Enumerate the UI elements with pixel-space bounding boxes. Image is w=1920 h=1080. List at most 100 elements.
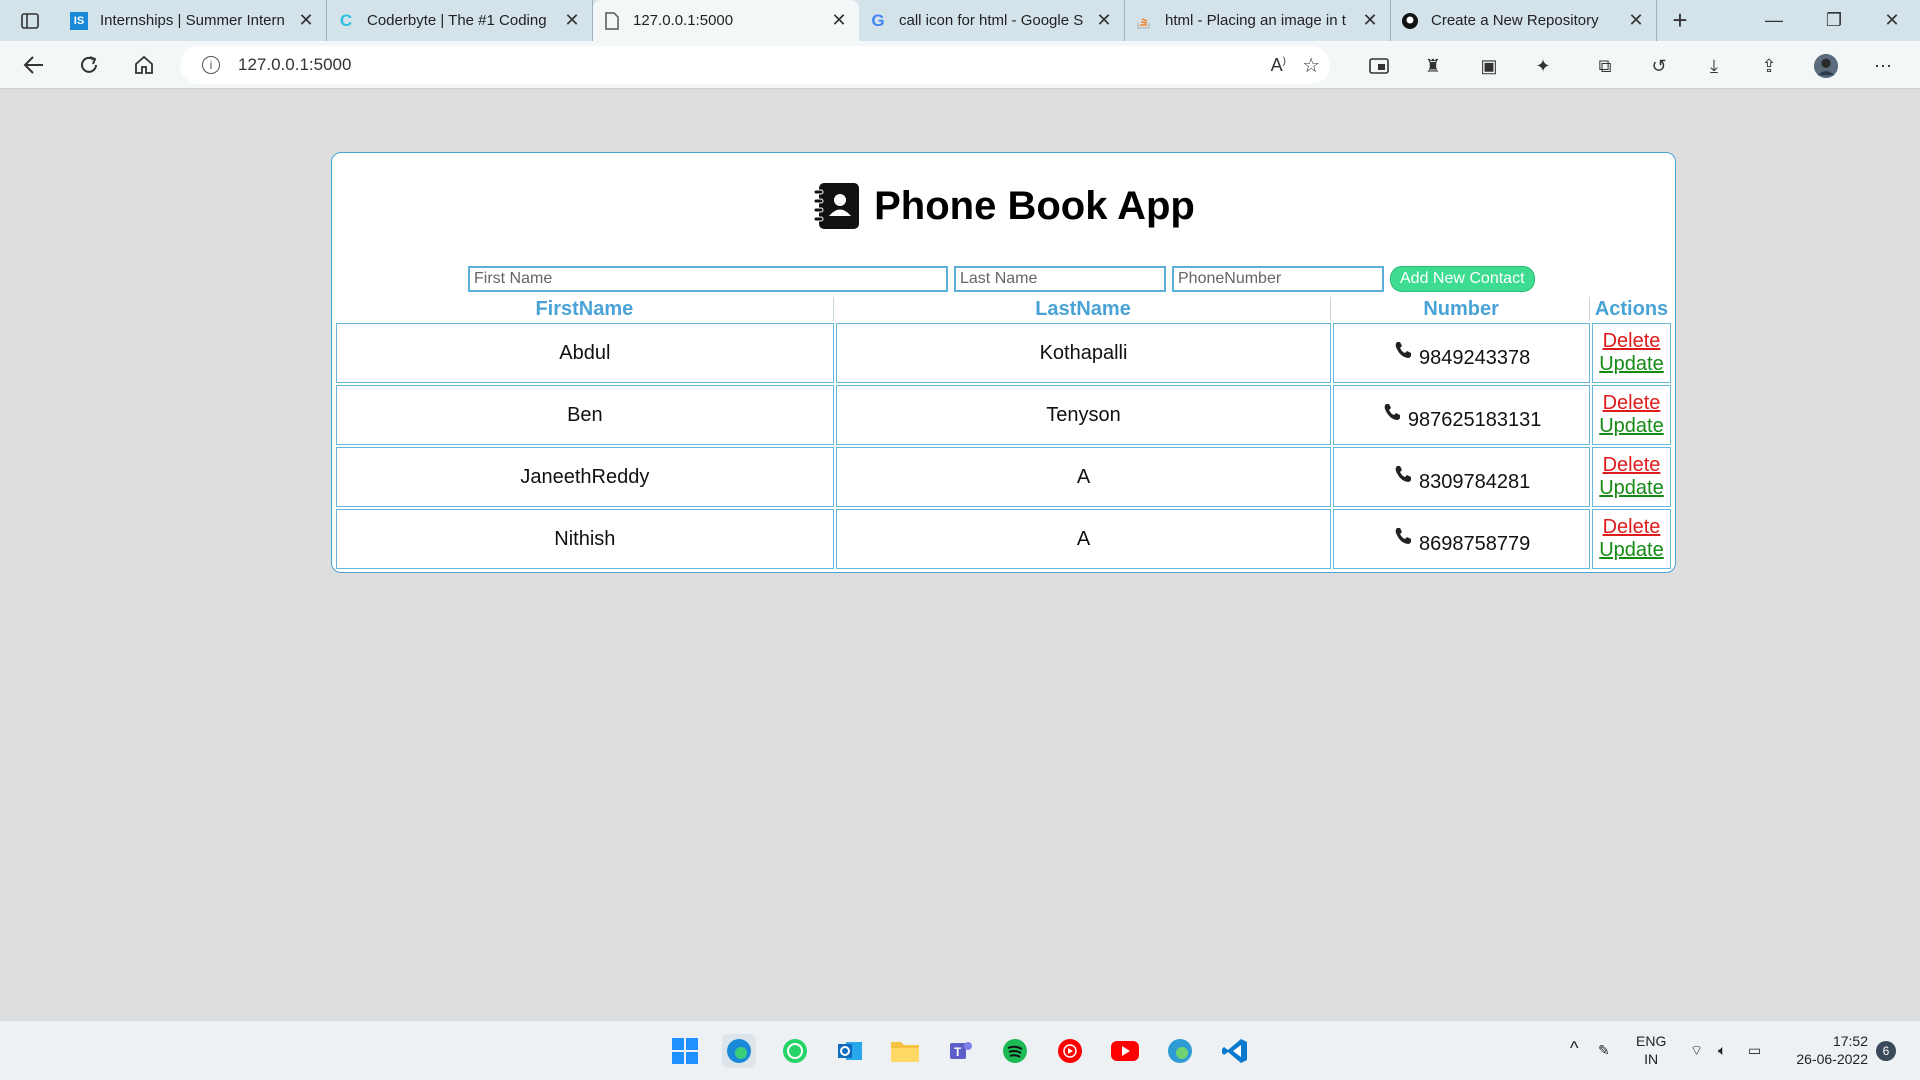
edge-taskbar-icon[interactable] [722,1034,756,1068]
delete-link[interactable]: Delete [1593,330,1670,353]
browser-tab[interactable]: C Coderbyte | The #1 Coding ✕ [327,0,593,41]
edge-dev-taskbar-icon[interactable] [1163,1034,1197,1068]
address-field[interactable]: i 127.0.0.1:5000 A) ☆ [180,46,1330,84]
settings-more-icon[interactable]: ⋯ [1870,53,1896,79]
whatsapp-taskbar-icon[interactable] [778,1034,812,1068]
update-link[interactable]: Update [1593,353,1670,376]
file-explorer-taskbar-icon[interactable] [888,1034,922,1068]
number-cell: 9849243378 [1333,323,1590,383]
last-name-cell: A [835,447,1332,507]
collections-icon[interactable]: ⧉ [1592,53,1618,79]
phone-book-card: Phone Book App Add New Contact FirstName… [331,152,1676,573]
update-link[interactable]: Update [1593,415,1670,438]
browser-tab[interactable]: Gcall icon for html - Google S ✕ [859,0,1125,41]
last-name-cell: Kothapalli [835,323,1332,383]
battery-icon[interactable]: ▭ [1748,1041,1761,1059]
update-link[interactable]: Update [1593,539,1670,562]
actions-cell: Delete Update [1591,323,1671,383]
language-indicator[interactable]: ENG IN [1636,1032,1666,1068]
tab-title: call icon for html - Google S [899,12,1084,29]
tab-close-icon[interactable]: ✕ [1360,10,1380,31]
tab-title: Create a New Repository [1431,12,1599,29]
extensions-puzzle-icon[interactable]: ✦ [1530,53,1556,79]
wifi-icon[interactable]: ⌔ [1690,1041,1703,1059]
tab-close-icon[interactable]: ✕ [296,10,316,31]
contacts-table: FirstName LastName Number Actions Abdul K… [334,295,1673,571]
url-text: 127.0.0.1:5000 [238,55,352,74]
clock-time: 17:52 [1832,1033,1868,1049]
tab-close-icon[interactable]: ✕ [1626,10,1646,31]
table-row: Nithish A 8698758779 Delete Update [336,509,1671,569]
minimize-button[interactable]: — [1746,0,1802,41]
tab-close-icon[interactable]: ✕ [1094,10,1114,31]
home-button[interactable] [126,49,162,81]
notification-badge[interactable]: 6 [1876,1041,1896,1061]
tab-favicon-icon [1401,12,1419,30]
site-info-icon[interactable]: i [202,56,220,74]
back-button[interactable] [16,49,52,81]
refresh-button[interactable] [71,49,107,81]
browser-tab[interactable]: 127.0.0.1:5000 ✕ [593,0,859,41]
first-name-cell: Ben [336,385,834,445]
tab-close-icon[interactable]: ✕ [562,10,582,31]
phone-number-input[interactable] [1172,266,1384,292]
show-hidden-icons-chevron[interactable]: ^ [1570,1039,1578,1057]
read-aloud-icon[interactable]: A) [1271,55,1286,76]
tab-title: Internships | Summer Intern [100,12,285,29]
add-contact-form: Add New Contact [468,266,1535,292]
close-window-button[interactable]: ✕ [1864,0,1920,41]
tab-favicon-icon [603,11,621,30]
last-name-cell: Tenyson [835,385,1332,445]
browser-tab[interactable]: Create a New Repository ✕ [1391,0,1657,41]
app-heading: Phone Book App [332,181,1675,231]
new-tab-button[interactable]: + [1657,5,1703,36]
vscode-taskbar-icon[interactable] [1218,1034,1252,1068]
split-screen-icon[interactable] [1366,53,1392,79]
phone-number-text: 8698758779 [1419,533,1531,555]
taskbar: T ^ ✎ ENG IN ⌔ 🔈︎ ▭ 17:52 26-06-2022 6 [0,1020,1920,1080]
add-favorite-icon[interactable]: ☆ [1302,53,1320,78]
tab-favicon-icon: IS [70,11,88,30]
pen-menu-icon[interactable]: ✎ [1598,1041,1610,1059]
delete-link[interactable]: Delete [1593,392,1670,415]
add-new-contact-button[interactable]: Add New Contact [1390,266,1535,292]
tab-actions-button[interactable] [0,0,60,41]
youtube-music-taskbar-icon[interactable] [1053,1034,1087,1068]
svg-text:T: T [954,1045,962,1059]
share-icon[interactable]: ⇪ [1756,53,1782,79]
delete-link[interactable]: Delete [1593,516,1670,539]
column-header-actions: Actions [1591,297,1671,321]
restore-button[interactable]: ❐ [1806,0,1862,41]
spotify-taskbar-icon[interactable] [998,1034,1032,1068]
collections-extension-icon[interactable]: ▣ [1476,53,1502,79]
outlook-taskbar-icon[interactable] [833,1034,867,1068]
tab-title: Coderbyte | The #1 Coding [367,12,547,29]
table-row: Abdul Kothapalli 9849243378 Delete Update [336,323,1671,383]
back-arrow-icon [23,56,43,74]
profile-avatar[interactable] [1813,53,1839,79]
teams-taskbar-icon[interactable]: T [943,1034,977,1068]
tab-bar: IS Internships | Summer Intern ✕ C Coderbyte… [0,0,1920,41]
table-row: Ben Tenyson 987625183131 Delete Update [336,385,1671,445]
last-name-input[interactable] [954,266,1166,292]
history-icon[interactable]: ↺ [1646,53,1672,79]
delete-link[interactable]: Delete [1593,454,1670,477]
update-link[interactable]: Update [1593,477,1670,500]
extension-icon[interactable]: ♜ [1420,53,1446,79]
phone-icon [1384,404,1400,420]
first-name-cell: Nithish [336,509,834,569]
browser-tab[interactable]: html - Placing an image in t ✕ [1125,0,1391,41]
start-menu-icon[interactable] [668,1034,702,1068]
clock[interactable]: 17:52 26-06-2022 [1784,1032,1868,1068]
youtube-taskbar-icon[interactable] [1108,1034,1142,1068]
number-cell: 987625183131 [1333,385,1590,445]
volume-icon[interactable]: 🔈︎ [1718,1041,1726,1059]
phone-number-text: 987625183131 [1407,409,1542,431]
language-code: ENG [1636,1033,1667,1049]
browser-tab[interactable]: IS Internships | Summer Intern ✕ [60,0,327,41]
first-name-input[interactable] [468,266,948,292]
column-header-firstname: FirstName [336,297,834,321]
phone-number-text: 9849243378 [1419,347,1531,369]
tab-close-icon[interactable]: ✕ [829,10,849,31]
downloads-icon[interactable]: ⤓ [1701,53,1727,79]
